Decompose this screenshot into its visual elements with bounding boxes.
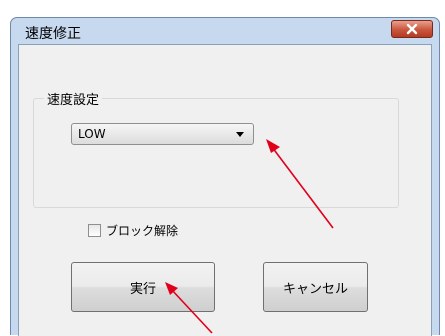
dialog-window: 速度修正 速度設定 LOW ブロック解除 実行 キャンセル: [10, 17, 440, 336]
speed-select-value: LOW: [78, 127, 106, 141]
block-release-label[interactable]: ブロック解除: [106, 222, 178, 239]
cancel-button-label: キャンセル: [282, 281, 348, 297]
cancel-button[interactable]: キャンセル: [263, 262, 368, 312]
speed-settings-group: 速度設定: [33, 89, 399, 208]
chevron-down-icon: [236, 132, 244, 137]
execute-button-label: 実行: [129, 281, 156, 297]
close-button[interactable]: [391, 20, 433, 38]
block-release-checkbox[interactable]: [88, 224, 101, 237]
speed-select[interactable]: LOW: [71, 123, 254, 145]
execute-button[interactable]: 実行: [71, 262, 215, 312]
window-title: 速度修正: [25, 26, 81, 42]
close-icon: [406, 23, 418, 35]
speed-settings-label: 速度設定: [44, 89, 103, 108]
dialog-client-area: 速度設定 LOW ブロック解除 実行 キャンセル: [18, 44, 432, 336]
